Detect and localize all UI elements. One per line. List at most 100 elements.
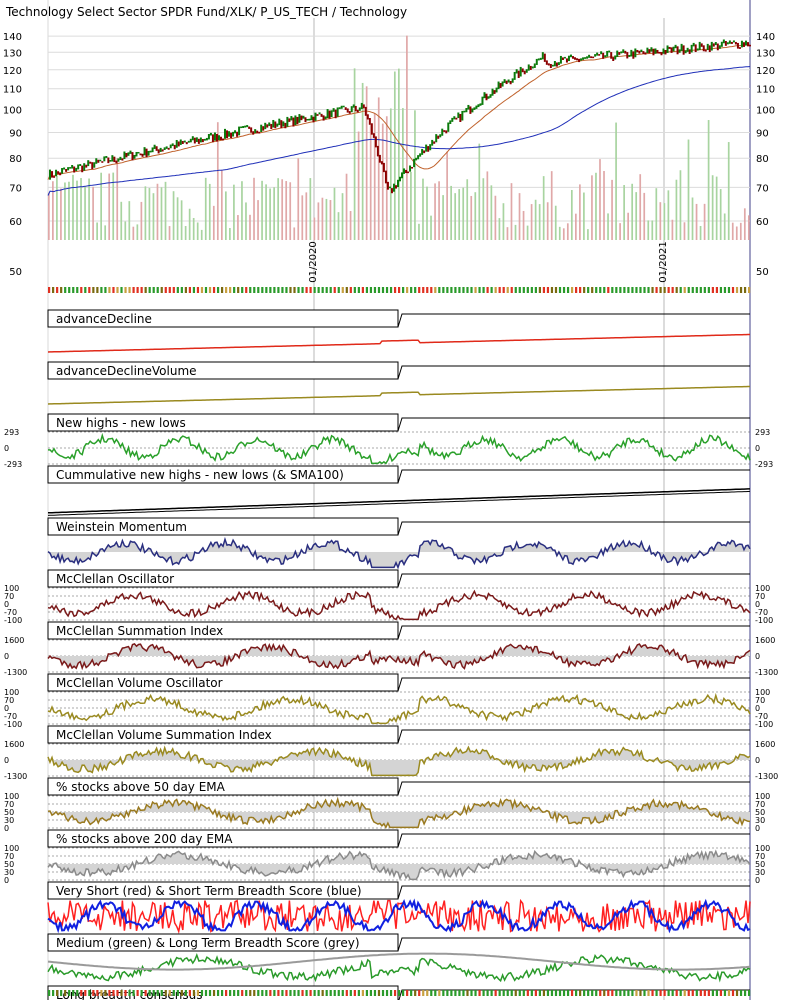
consensus-strip-top [470,287,473,293]
consensus-strip-top [691,287,694,293]
volume-bar [735,226,738,240]
consensus-strip-bottom [639,990,642,996]
ytick-right-130: 130 [756,48,775,59]
consensus-strip-top [192,287,196,293]
consensus-strip-top [518,287,521,293]
consensus-strip-bottom [603,990,606,996]
consensus-strip-top [490,287,493,293]
consensus-strip-top [526,287,529,293]
consensus-strip-top [297,287,300,293]
consensus-strip-top [462,287,465,293]
consensus-strip-top [289,287,292,293]
consensus-strip-bottom [281,990,284,996]
consensus-strip-bottom [422,990,425,996]
consensus-strip-top [510,287,513,293]
consensus-strip-top [566,287,570,293]
volume-bar [393,71,396,240]
volume-bar [144,186,147,240]
consensus-strip-bottom [554,990,558,996]
volume-bar [470,195,473,240]
volume-bar [377,97,380,240]
volume-bar [502,203,505,240]
volume-bar [76,180,78,240]
consensus-strip-bottom [212,990,216,996]
consensus-strip-bottom [389,990,393,996]
consensus-strip-top [579,287,582,293]
consensus-strip-bottom [550,990,554,996]
panel-tick-right: 0 [755,652,760,661]
consensus-strip-bottom [188,990,192,996]
volume-bar [406,35,408,241]
consensus-strip-top [64,287,67,293]
consensus-strip-bottom [180,990,183,996]
consensus-strip-bottom [643,990,646,996]
consensus-strip-top [538,287,541,293]
consensus-strip-top [389,287,393,293]
consensus-strip-bottom [353,990,356,996]
volume-bar [747,215,750,240]
volume-bar [397,68,400,240]
consensus-strip-top [466,287,469,293]
consensus-strip-bottom [269,990,272,996]
volume-bar [277,178,280,240]
consensus-strip-top [655,287,658,293]
consensus-strip-top [253,287,256,293]
consensus-strip-top [369,287,373,293]
volume-bar [719,189,722,240]
consensus-strip-top [659,287,662,293]
volume-bar [345,173,348,240]
panel-title-6: McClellan Summation Index [56,624,223,638]
volume-bar [591,175,593,240]
consensus-strip-top [514,287,517,293]
consensus-strip-bottom [220,990,224,996]
consensus-strip-top [663,287,666,293]
consensus-strip-top [68,287,71,293]
panel-tick-right: 0 [755,444,760,453]
consensus-strip-top [570,287,574,293]
consensus-strip-top [48,287,51,293]
panel-tick-right: 0 [755,876,760,885]
consensus-strip-top [96,287,99,293]
consensus-strip-top [349,287,352,293]
consensus-strip-bottom [245,990,248,996]
consensus-strip-top [216,287,220,293]
consensus-strip-bottom [192,990,196,996]
consensus-strip-top [743,287,747,293]
consensus-strip-top [715,287,719,293]
consensus-strip-bottom [723,990,727,996]
consensus-strip-bottom [406,990,409,996]
consensus-strip-bottom [397,990,401,996]
consensus-strip-top [458,287,461,293]
volume-bar [357,131,360,240]
consensus-strip-top [277,287,280,293]
volume-bar [176,197,179,240]
volume-bar [148,187,151,240]
consensus-strip-bottom [124,990,127,996]
volume-bar [643,192,646,240]
volume-bar [48,192,50,240]
consensus-strip-top [325,287,328,293]
volume-bar [301,195,304,240]
volume-bar [84,186,86,240]
consensus-strip-bottom [92,990,95,996]
consensus-strip-top [164,287,167,293]
consensus-strip-bottom [321,990,324,996]
volume-bar [389,108,392,240]
volume-bar [100,172,102,240]
volume-bar [587,229,589,240]
consensus-strip-bottom [575,990,578,996]
volume-bar [570,190,573,240]
consensus-strip-top [438,287,441,293]
consensus-strip-bottom [393,990,397,996]
volume-bar [309,178,312,240]
consensus-strip-bottom [72,990,75,996]
consensus-strip-bottom [377,990,381,996]
ytick-right-100: 100 [756,106,775,117]
consensus-strip-bottom [490,990,493,996]
consensus-strip-top [188,287,192,293]
consensus-strip-top [723,287,727,293]
consensus-strip-bottom [132,990,135,996]
panel-title-11: Very Short (red) & Short Term Breadth Sc… [56,884,362,898]
consensus-strip-bottom [402,990,405,996]
consensus-strip-top [611,287,614,293]
